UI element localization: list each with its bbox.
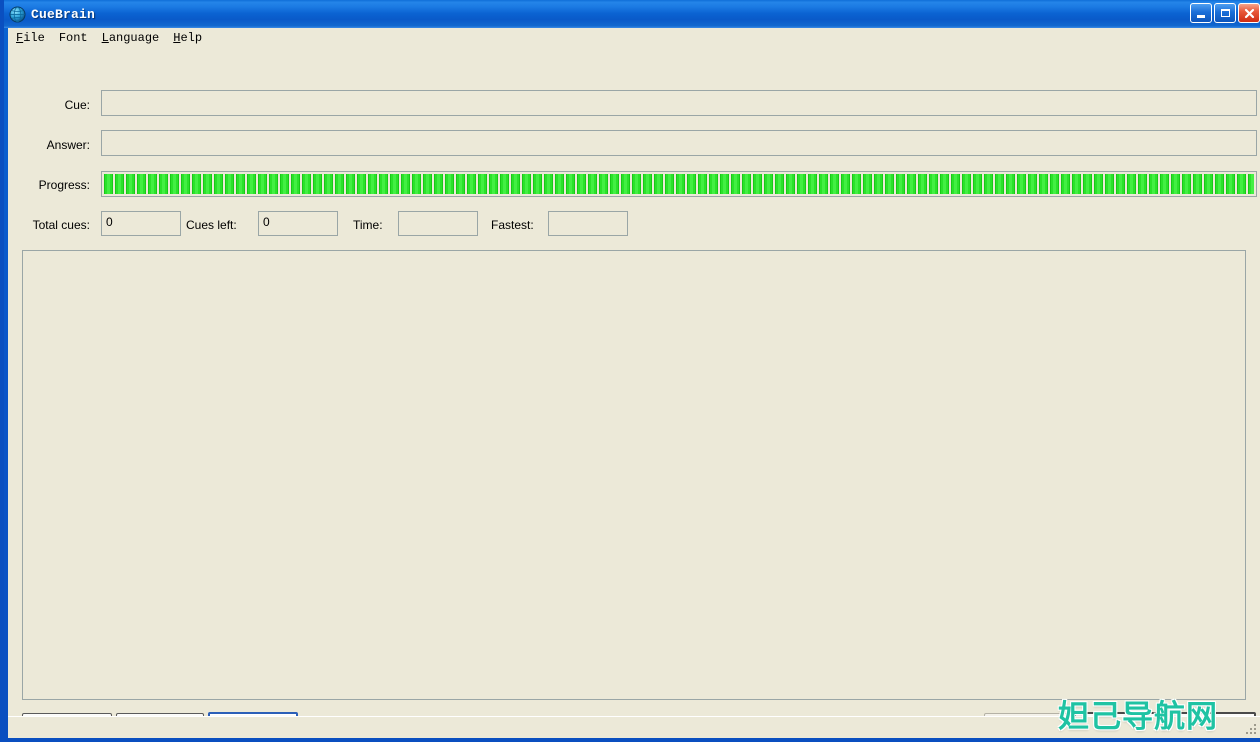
close-glyph [1244, 8, 1254, 18]
status-bar [8, 716, 1260, 738]
fastest-value[interactable] [548, 211, 628, 236]
menu-font-mnemonic: F [58, 31, 67, 45]
window-title: CueBrain [31, 6, 96, 22]
total-cues-label: Total cues: [32, 218, 90, 232]
minimize-glyph [1197, 15, 1205, 18]
cue-label: Cue: [64, 98, 90, 112]
time-value[interactable] [398, 211, 478, 236]
time-label: Time: [353, 218, 383, 232]
menu-font-rest: ont [66, 31, 88, 45]
close-icon[interactable] [1238, 3, 1260, 23]
title-bar[interactable]: CueBrain [4, 0, 1260, 28]
minimize-icon[interactable] [1190, 3, 1212, 23]
menu-help-rest: elp [180, 31, 203, 45]
menu-item-file[interactable]: File [15, 30, 46, 46]
menu-language-mnemonic: L [101, 31, 109, 45]
application-window: CueBrain File Font Language Help Cue: An… [0, 0, 1260, 742]
maximize-icon[interactable] [1214, 3, 1236, 23]
progress-bar-fill [104, 174, 1254, 194]
menu-item-language[interactable]: Language [101, 30, 161, 46]
menu-item-help[interactable]: Help [172, 30, 203, 46]
maximize-glyph [1220, 9, 1230, 17]
fastest-label: Fastest: [491, 218, 534, 232]
cues-left-value[interactable]: 0 [258, 211, 338, 236]
progress-label: Progress: [38, 178, 90, 192]
content-text-area[interactable] [22, 250, 1246, 700]
menu-file-rest: ile [23, 31, 45, 45]
menu-item-font[interactable]: Font [58, 30, 89, 46]
menu-bar: File Font Language Help [8, 28, 1260, 48]
resize-grip-icon[interactable] [1244, 722, 1258, 736]
progress-bar [101, 171, 1257, 197]
globe-icon [9, 6, 26, 23]
total-cues-value[interactable]: 0 [101, 211, 181, 236]
cue-input[interactable] [101, 90, 1257, 116]
client-area: File Font Language Help Cue: Answer: Pro… [8, 28, 1260, 738]
answer-input[interactable] [101, 130, 1257, 156]
answer-label: Answer: [46, 138, 90, 152]
cues-left-label: Cues left: [186, 218, 237, 232]
menu-language-rest: anguage [108, 31, 160, 45]
window-controls [1190, 3, 1260, 23]
